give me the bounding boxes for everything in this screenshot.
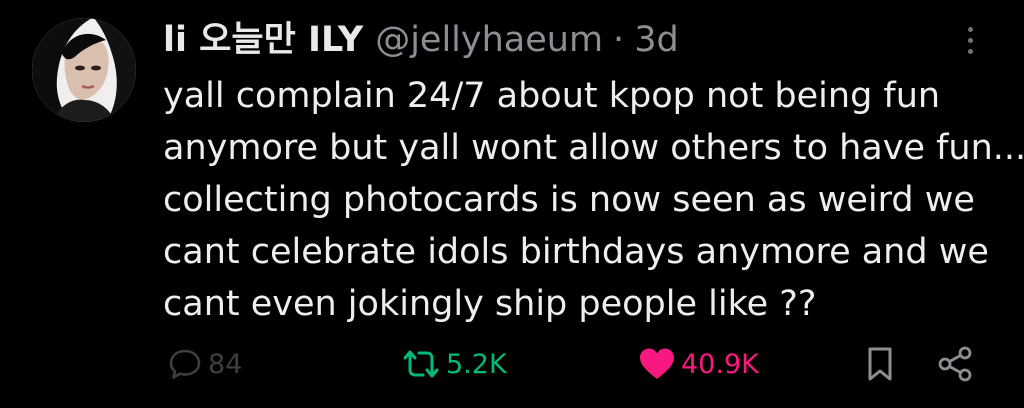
like-count: 40.9K — [681, 348, 759, 380]
share-button[interactable] — [935, 340, 975, 388]
tweet-text-line: cant even jokingly ship people like ?? — [163, 284, 817, 324]
share-nodes-icon — [935, 344, 975, 384]
retweet-button[interactable]: 5.2K — [400, 340, 507, 388]
like-button[interactable]: 40.9K — [637, 340, 759, 388]
avatar[interactable] — [32, 18, 136, 122]
tweet-text-line: yall complain 24/7 about kpop not being … — [163, 76, 941, 116]
tweet-text-line: collecting photocards is now seen as wei… — [163, 180, 975, 220]
vertical-dots-icon — [967, 26, 973, 32]
header-separator: · — [613, 20, 625, 60]
retweet-count: 5.2K — [446, 348, 507, 380]
heart-icon — [637, 345, 677, 383]
bookmark-icon — [864, 345, 896, 383]
retweet-arrows-icon — [400, 345, 442, 383]
tweet-timestamp[interactable]: 3d — [634, 18, 679, 62]
display-name[interactable]: li 오늘만 ILY — [163, 18, 363, 62]
tweet-header: li 오늘만 ILY @jellyhaeum · 3d — [163, 18, 679, 62]
tweet-actions-bar: 84 5.2K 40.9K — [0, 340, 1024, 390]
bookmark-button[interactable] — [864, 340, 896, 388]
vertical-dots-icon — [967, 37, 973, 43]
more-options-button[interactable] — [955, 20, 985, 60]
tweet-text-line: anymore but yall wont allow others to ha… — [163, 128, 1024, 168]
tweet-card[interactable]: li 오늘만 ILY @jellyhaeum · 3d yall complai… — [0, 0, 1024, 408]
reply-button[interactable]: 84 — [166, 340, 242, 388]
speech-bubble-icon — [166, 345, 204, 383]
tweet-text: yall complain 24/7 about kpop not being … — [163, 70, 1024, 330]
avatar-photo — [32, 18, 136, 122]
tweet-text-line: cant celebrate idols birthdays anymore a… — [163, 232, 989, 272]
reply-count: 84 — [208, 348, 243, 380]
vertical-dots-icon — [967, 48, 973, 54]
user-handle[interactable]: @jellyhaeum — [375, 18, 603, 62]
